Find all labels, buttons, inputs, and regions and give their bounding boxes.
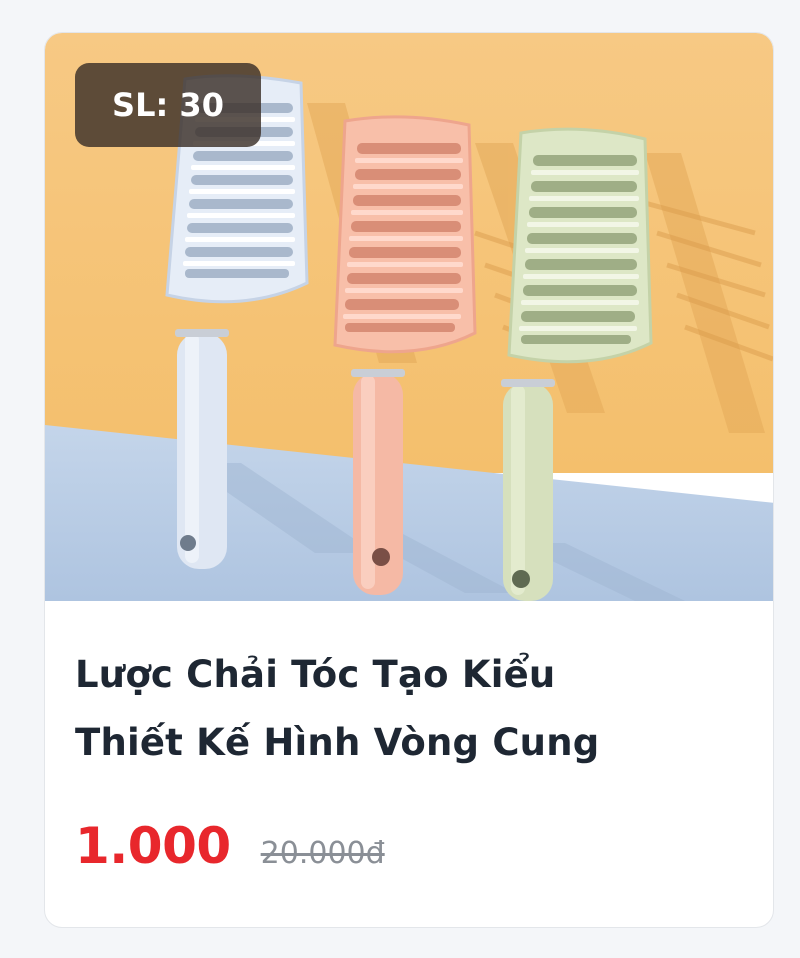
- product-card[interactable]: SL: 30 Lược Chải Tóc Tạo Kiểu Thiết Kế H…: [44, 32, 774, 928]
- product-title-line-1: Lược Chải Tóc Tạo Kiểu: [75, 653, 556, 696]
- original-price: 20.000đ: [260, 836, 385, 871]
- product-info: Lược Chải Tóc Tạo Kiểu Thiết Kế Hình Vòn…: [45, 601, 773, 927]
- price-row: 1.000 20.000đ: [75, 817, 385, 875]
- sale-price: 1.000: [75, 817, 231, 875]
- product-image[interactable]: SL: 30: [45, 33, 773, 601]
- product-title[interactable]: Lược Chải Tóc Tạo Kiểu Thiết Kế Hình Vòn…: [75, 641, 745, 777]
- quantity-badge: SL: 30: [75, 63, 261, 147]
- product-title-line-2: Thiết Kế Hình Vòng Cung: [75, 721, 600, 764]
